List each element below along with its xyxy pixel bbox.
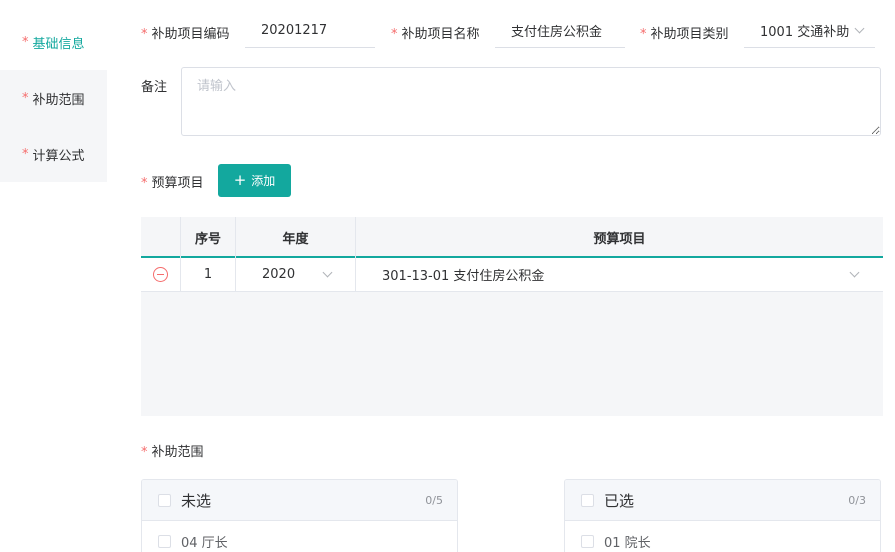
panel-count: 0/3 (848, 493, 866, 507)
transfer-panel-unselected: 未选 0/5 04 厅长 (141, 479, 458, 552)
required-mark: * (141, 27, 148, 42)
type-select[interactable]: 1001 交通补助 (744, 14, 875, 48)
type-label-text: 补助项目类别 (650, 27, 729, 42)
name-input[interactable]: 支付住房公积金 (495, 14, 625, 48)
panel-header: 未选 0/5 (142, 480, 457, 521)
type-label: * 补助项目类别 (640, 23, 729, 42)
header-year: 年度 (236, 217, 356, 258)
panel-count: 0/5 (425, 493, 443, 507)
list-item[interactable]: 01 院长 (565, 521, 880, 552)
required-mark: * (22, 34, 29, 50)
transfer-panel-selected: 已选 0/3 01 院长 (564, 479, 881, 552)
nav-item-subsidy-scope[interactable]: * 补助范围 (0, 70, 107, 126)
required-mark: * (640, 27, 647, 42)
budget-label-text: 预算项目 (151, 176, 204, 191)
item-checkbox[interactable] (581, 534, 594, 548)
panel-title: 未选 (181, 491, 212, 510)
budget-table: 序号 年度 预算项目 1 2020 301-13-01 支付住房公积金 (141, 217, 883, 416)
list-item[interactable]: 04 厅长 (142, 521, 457, 552)
code-value: 20201217 (261, 23, 328, 38)
list-item-label: 04 厅长 (181, 535, 228, 551)
remark-textarea[interactable] (181, 67, 881, 136)
panel-title: 已选 (604, 491, 635, 510)
type-value: 1001 交通补助 (760, 25, 850, 40)
row-action-cell (141, 258, 181, 291)
nav-item-label: 补助范围 (32, 92, 85, 108)
table-header: 序号 年度 预算项目 (141, 217, 883, 258)
remark-label: 备注 (141, 80, 168, 95)
add-button-label: 添加 (251, 174, 276, 188)
budget-item-select[interactable]: 301-13-01 支付住房公积金 (356, 258, 883, 291)
budget-item-value: 301-13-01 支付住房公积金 (382, 269, 545, 284)
row-index: 1 (181, 258, 236, 291)
required-mark: * (141, 176, 148, 191)
chevron-down-icon (322, 267, 333, 278)
nav-item-label: 计算公式 (32, 148, 85, 164)
budget-label: * 预算项目 (141, 172, 204, 191)
year-select[interactable]: 2020 (236, 258, 356, 291)
required-mark: * (22, 90, 29, 106)
table-row: 1 2020 301-13-01 支付住房公积金 (141, 258, 883, 292)
list-item-label: 01 院长 (604, 535, 651, 551)
scope-label: * 补助范围 (141, 441, 204, 460)
code-input[interactable]: 20201217 (245, 14, 375, 48)
code-label-text: 补助项目编码 (151, 27, 230, 42)
name-label-text: 补助项目名称 (401, 27, 480, 42)
panel-header: 已选 0/3 (565, 480, 880, 521)
scope-label-text: 补助范围 (151, 445, 204, 460)
name-label: * 补助项目名称 (391, 23, 480, 42)
nav-item-label: 基础信息 (32, 36, 85, 52)
section-nav: * 基础信息 * 补助范围 * 计算公式 (0, 14, 107, 182)
header-action (141, 217, 181, 258)
plus-icon: + (233, 171, 247, 189)
header-budget-item: 预算项目 (593, 232, 646, 247)
chevron-down-icon (854, 23, 865, 34)
add-budget-button[interactable]: + 添加 (218, 164, 291, 197)
chevron-down-icon (849, 267, 860, 278)
item-checkbox[interactable] (158, 534, 171, 548)
required-mark: * (141, 445, 148, 460)
select-all-checkbox[interactable] (158, 493, 171, 507)
required-mark: * (391, 27, 398, 42)
remove-row-icon[interactable] (153, 267, 168, 282)
header-index: 序号 (181, 217, 236, 258)
name-value: 支付住房公积金 (511, 25, 603, 40)
required-mark: * (22, 146, 29, 162)
nav-item-formula[interactable]: * 计算公式 (0, 126, 107, 182)
year-value: 2020 (262, 267, 296, 282)
code-label: * 补助项目编码 (141, 23, 230, 42)
nav-item-basic-info[interactable]: * 基础信息 (0, 14, 107, 70)
select-all-checkbox[interactable] (581, 493, 594, 507)
